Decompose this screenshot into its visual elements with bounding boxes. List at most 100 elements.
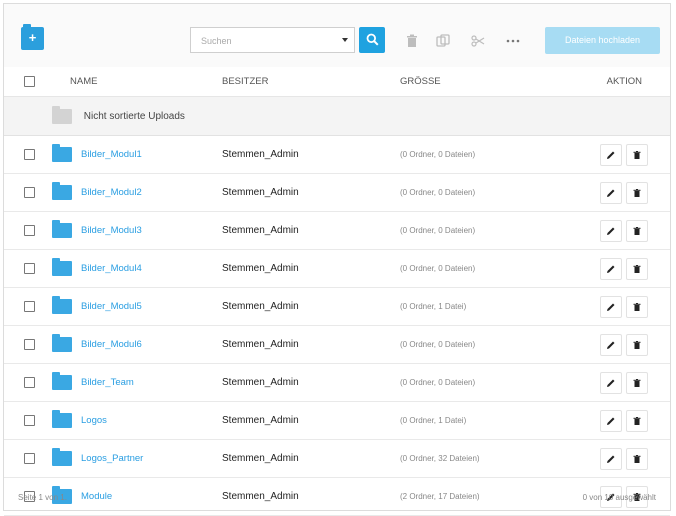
edit-button[interactable] bbox=[600, 295, 622, 318]
edit-button[interactable] bbox=[600, 447, 622, 470]
folder-icon bbox=[52, 220, 72, 238]
trash-icon bbox=[633, 302, 641, 311]
folder-name-link[interactable]: Bilder_Modul3 bbox=[81, 225, 142, 236]
pencil-icon bbox=[607, 455, 615, 463]
size-cell: (0 Ordner, 0 Dateien) bbox=[400, 264, 476, 273]
folder-name-link[interactable]: Bilder_Modul2 bbox=[81, 187, 142, 198]
copy-tool-button[interactable] bbox=[435, 33, 451, 49]
row-checkbox[interactable] bbox=[24, 414, 35, 426]
table-row[interactable]: Logos_Partner Stemmen_Admin (0 Ordner, 32 … bbox=[4, 439, 670, 478]
chevron-down-icon[interactable] bbox=[342, 38, 348, 42]
folder-name-link[interactable]: Bilder_Modul5 bbox=[81, 301, 142, 312]
table-row[interactable]: Bilder_Modul2 Stemmen_Admin (0 Ordner, 0 D… bbox=[4, 173, 670, 212]
folder-icon bbox=[52, 105, 72, 124]
delete-button[interactable] bbox=[626, 409, 648, 432]
more-tool-button[interactable] bbox=[505, 33, 521, 49]
column-header-owner[interactable]: BESITZER bbox=[221, 67, 399, 97]
owner-cell: Stemmen_Admin bbox=[222, 301, 299, 312]
size-cell: (0 Ordner, 1 Datei) bbox=[400, 416, 467, 425]
row-checkbox[interactable] bbox=[24, 300, 35, 312]
unsorted-uploads-label: Nicht sortierte Uploads bbox=[83, 110, 185, 122]
delete-tool-button[interactable] bbox=[404, 33, 420, 49]
new-folder-button[interactable]: + bbox=[21, 24, 44, 50]
table-row[interactable]: Bilder_Modul3 Stemmen_Admin (0 Ordner, 0 D… bbox=[4, 211, 670, 250]
folder-name-link[interactable]: Logos_Partner bbox=[81, 453, 143, 464]
folder-icon bbox=[52, 144, 72, 162]
delete-button[interactable] bbox=[626, 257, 648, 280]
row-checkbox[interactable] bbox=[24, 186, 35, 198]
edit-button[interactable] bbox=[600, 181, 622, 204]
pencil-icon bbox=[607, 379, 615, 387]
delete-button[interactable] bbox=[626, 333, 648, 356]
edit-button[interactable] bbox=[600, 409, 622, 432]
row-checkbox[interactable] bbox=[24, 148, 35, 160]
search-button[interactable] bbox=[359, 27, 385, 53]
copy-icon bbox=[436, 34, 450, 47]
row-checkbox[interactable] bbox=[24, 452, 35, 464]
trash-icon bbox=[633, 188, 641, 197]
unsorted-uploads-row[interactable]: Nicht sortierte Uploads bbox=[4, 96, 670, 136]
table-row[interactable]: Bilder_Modul6 Stemmen_Admin (0 Ordner, 0 D… bbox=[4, 325, 670, 364]
folder-icon bbox=[52, 296, 72, 314]
trash-icon bbox=[633, 454, 641, 463]
scissors-icon bbox=[471, 35, 485, 47]
search-input[interactable] bbox=[199, 29, 333, 53]
owner-cell: Stemmen_Admin bbox=[222, 339, 299, 350]
folder-name-link[interactable]: Logos bbox=[81, 415, 107, 426]
owner-cell: Stemmen_Admin bbox=[222, 149, 299, 160]
selection-info: 0 von 10 ausgewählt bbox=[582, 493, 656, 502]
trash-icon bbox=[633, 264, 641, 273]
table-row[interactable]: Bilder_Modul4 Stemmen_Admin (0 Ordner, 0 D… bbox=[4, 249, 670, 288]
folder-name-link[interactable]: Bilder_Modul1 bbox=[81, 149, 142, 160]
pencil-icon bbox=[607, 227, 615, 235]
folder-icon bbox=[52, 372, 72, 390]
column-header-size[interactable]: GRÖSSE bbox=[399, 67, 593, 97]
table-row[interactable]: Bilder_Modul5 Stemmen_Admin (0 Ordner, 1 D… bbox=[4, 287, 670, 326]
folder-name-link[interactable]: Bilder_Team bbox=[81, 377, 134, 388]
row-checkbox[interactable] bbox=[24, 224, 35, 236]
column-header-name[interactable]: NAME bbox=[69, 67, 221, 97]
table-row[interactable]: Bilder_Modul1 Stemmen_Admin (0 Ordner, 0 D… bbox=[4, 135, 670, 174]
cut-tool-button[interactable] bbox=[470, 33, 486, 49]
file-table: NAME BESITZER GRÖSSE AKTION Nicht sortie… bbox=[4, 67, 670, 516]
owner-cell: Stemmen_Admin bbox=[222, 263, 299, 274]
size-cell: (0 Ordner, 32 Dateien) bbox=[400, 454, 480, 463]
size-cell: (0 Ordner, 0 Dateien) bbox=[400, 226, 476, 235]
search-icon bbox=[366, 33, 379, 46]
owner-cell: Stemmen_Admin bbox=[222, 187, 299, 198]
folder-icon bbox=[52, 448, 72, 466]
trash-icon bbox=[633, 416, 641, 425]
delete-button[interactable] bbox=[626, 219, 648, 242]
table-row[interactable]: Logos Stemmen_Admin (0 Ordner, 1 Datei) bbox=[4, 401, 670, 440]
trash-icon bbox=[633, 340, 641, 349]
trash-icon bbox=[633, 378, 641, 387]
folder-icon bbox=[52, 258, 72, 276]
size-cell: (0 Ordner, 1 Datei) bbox=[400, 302, 467, 311]
edit-button[interactable] bbox=[600, 333, 622, 356]
row-checkbox[interactable] bbox=[24, 262, 35, 274]
edit-button[interactable] bbox=[600, 371, 622, 394]
edit-button[interactable] bbox=[600, 257, 622, 280]
row-checkbox[interactable] bbox=[24, 376, 35, 388]
folder-name-link[interactable]: Bilder_Modul4 bbox=[81, 263, 142, 274]
row-checkbox[interactable] bbox=[24, 338, 35, 350]
select-all-checkbox[interactable] bbox=[24, 75, 35, 87]
size-cell: (0 Ordner, 0 Dateien) bbox=[400, 340, 476, 349]
owner-cell: Stemmen_Admin bbox=[222, 415, 299, 426]
delete-button[interactable] bbox=[626, 181, 648, 204]
folder-name-link[interactable]: Bilder_Modul6 bbox=[81, 339, 142, 350]
delete-button[interactable] bbox=[626, 295, 648, 318]
more-icon bbox=[506, 39, 520, 43]
delete-button[interactable] bbox=[626, 371, 648, 394]
size-cell: (0 Ordner, 0 Dateien) bbox=[400, 150, 476, 159]
column-header-action: AKTION bbox=[593, 67, 670, 97]
pencil-icon bbox=[607, 341, 615, 349]
edit-button[interactable] bbox=[600, 143, 622, 166]
search-box[interactable] bbox=[190, 27, 355, 53]
edit-button[interactable] bbox=[600, 219, 622, 242]
delete-button[interactable] bbox=[626, 447, 648, 470]
upload-files-button[interactable]: Dateien hochladen bbox=[545, 27, 660, 54]
delete-button[interactable] bbox=[626, 143, 648, 166]
pencil-icon bbox=[607, 265, 615, 273]
table-row[interactable]: Bilder_Team Stemmen_Admin (0 Ordner, 0 Dat… bbox=[4, 363, 670, 402]
